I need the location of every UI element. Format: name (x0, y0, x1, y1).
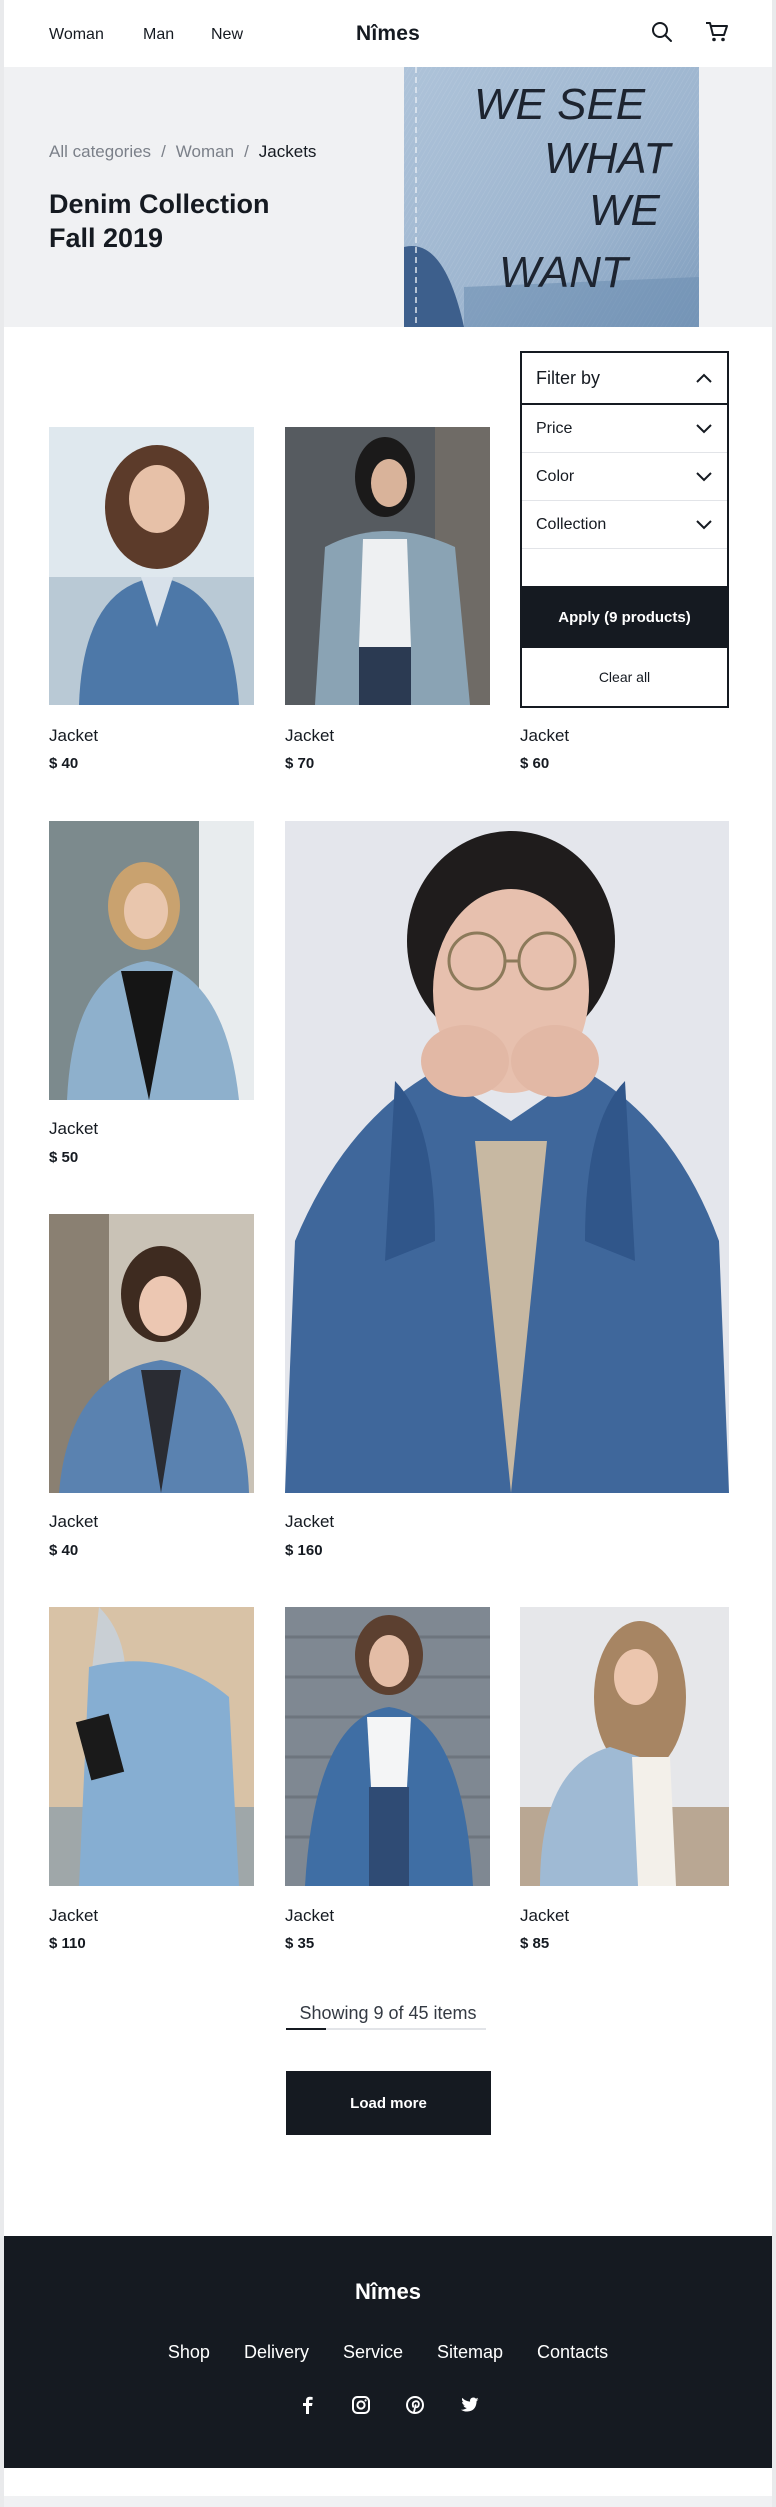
page: Woman Man New Nîmes All categories / Woman… (4, 0, 772, 2496)
items-count-text: Showing 9 of 45 items (299, 2003, 477, 2023)
filter-option-collection[interactable]: Collection (522, 501, 727, 549)
social-links (4, 2393, 772, 2417)
product-name[interactable]: Jacket (285, 1512, 334, 1532)
search-icon[interactable] (649, 19, 675, 45)
patch-text-line-3: WE (589, 186, 661, 235)
breadcrumb-separator: / (244, 142, 249, 161)
product-price: $ 35 (285, 1935, 315, 1952)
breadcrumb-woman[interactable]: Woman (176, 142, 234, 162)
hero-denim-photo: WE SEE WHAT WE WANT (404, 67, 699, 327)
filter-spacer (522, 549, 727, 588)
product-name[interactable]: Jacket (49, 1906, 98, 1926)
product-image[interactable] (49, 1214, 254, 1493)
product-image[interactable] (49, 821, 254, 1100)
items-progress-fill (286, 2028, 326, 2030)
filter-option-color[interactable]: Color (522, 453, 727, 501)
product-name[interactable]: Jacket (49, 726, 98, 746)
product-image[interactable] (285, 821, 729, 1493)
page-title-line-1: Denim Collection (49, 189, 270, 219)
items-progress-bar (286, 2028, 486, 2030)
filter-option-label: Collection (536, 515, 607, 533)
product-price: $ 60 (520, 755, 550, 772)
product-name[interactable]: Jacket (285, 1906, 334, 1926)
twitter-icon[interactable] (457, 2393, 481, 2417)
cart-icon[interactable] (704, 19, 730, 45)
product-price: $ 110 (49, 1935, 86, 1952)
load-more-button[interactable]: Load more (286, 2071, 491, 2135)
footer-brand-logo[interactable]: Nîmes (4, 2279, 772, 2305)
bottom-edge-strip (4, 2496, 772, 2507)
page-title: Denim Collection Fall 2019 (49, 187, 270, 255)
filter-panel: Filter by Price Color Collection Apply (… (520, 351, 729, 708)
product-price: $ 70 (285, 755, 315, 772)
top-navigation: Woman Man New Nîmes (4, 0, 772, 67)
product-image[interactable] (49, 1607, 254, 1886)
product-price: $ 160 (285, 1542, 323, 1559)
chevron-down-icon (696, 423, 712, 433)
clear-all-button[interactable]: Clear all (522, 648, 727, 706)
product-name[interactable]: Jacket (520, 726, 569, 746)
product-name[interactable]: Jacket (520, 1906, 569, 1926)
chevron-up-icon[interactable] (695, 372, 713, 384)
product-image[interactable] (285, 427, 490, 705)
instagram-icon[interactable] (349, 2393, 373, 2417)
product-name[interactable]: Jacket (285, 726, 334, 746)
footer-link-sitemap[interactable]: Sitemap (437, 2342, 503, 2363)
patch-text-line-4: WANT (499, 248, 631, 297)
filter-option-price[interactable]: Price (522, 405, 727, 453)
breadcrumb-separator: / (161, 142, 166, 161)
facebook-icon[interactable] (295, 2393, 319, 2417)
product-name[interactable]: Jacket (49, 1512, 98, 1532)
filter-option-label: Price (536, 419, 573, 437)
breadcrumb-current: Jackets (258, 142, 317, 161)
breadcrumb-all-categories[interactable]: All categories (49, 142, 151, 162)
pinterest-icon[interactable] (403, 2393, 427, 2417)
product-image[interactable] (520, 1607, 729, 1886)
footer: Nîmes Shop Delivery Service Sitemap Cont… (4, 2236, 772, 2468)
footer-link-delivery[interactable]: Delivery (244, 2342, 309, 2363)
apply-filters-button[interactable]: Apply (9 products) (520, 586, 729, 648)
chevron-down-icon (696, 519, 712, 529)
product-image[interactable] (285, 1607, 490, 1886)
breadcrumb: All categories / Woman / Jackets (49, 142, 316, 162)
footer-link-service[interactable]: Service (343, 2342, 403, 2363)
product-price: $ 40 (49, 755, 79, 772)
product-price: $ 40 (49, 1542, 79, 1559)
product-price: $ 50 (49, 1149, 79, 1166)
patch-text-line-2: WHAT (544, 134, 673, 183)
product-name[interactable]: Jacket (49, 1119, 98, 1139)
chevron-down-icon (696, 471, 712, 481)
footer-links: Shop Delivery Service Sitemap Contacts (4, 2342, 772, 2363)
hero-banner: All categories / Woman / Jackets Denim Colle… (4, 67, 772, 327)
filter-header[interactable]: Filter by (522, 353, 727, 405)
page-title-line-2: Fall 2019 (49, 223, 164, 253)
footer-link-shop[interactable]: Shop (168, 2342, 210, 2363)
footer-link-contacts[interactable]: Contacts (537, 2342, 608, 2363)
patch-text-line-1: WE SEE (474, 80, 646, 129)
product-image[interactable] (49, 427, 254, 705)
filter-title: Filter by (536, 367, 601, 388)
filter-option-label: Color (536, 467, 575, 485)
product-price: $ 85 (520, 1935, 550, 1952)
